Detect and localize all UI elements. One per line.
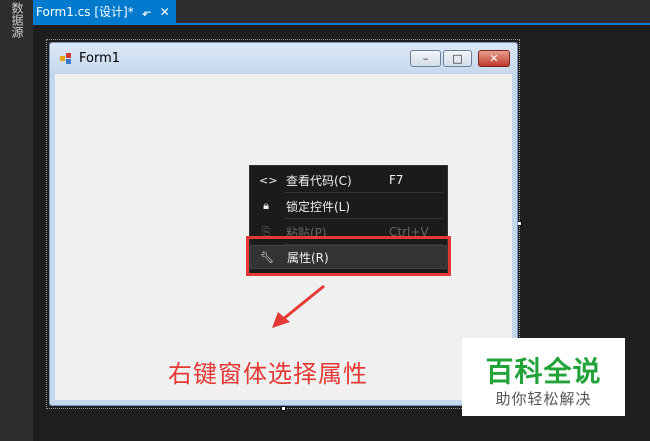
code-icon: <>: [259, 173, 278, 187]
maximize-button[interactable]: □: [443, 50, 472, 67]
close-icon: ✕: [489, 52, 499, 65]
document-tab-title: Form1.cs [设计]*: [36, 5, 134, 19]
menu-item-lock-controls[interactable]: 🔒︎ 锁定控件(L): [250, 194, 447, 218]
menu-item-shortcut: F7: [389, 173, 404, 187]
highlight-box: [246, 236, 451, 276]
form-app-icon: [60, 53, 72, 65]
watermark-sub: 助你轻松解决: [495, 390, 592, 408]
close-icon[interactable]: ✕: [160, 5, 170, 19]
close-button[interactable]: ✕: [478, 50, 510, 67]
resize-handle-bottom[interactable]: [281, 406, 286, 411]
menu-item-label: 查看代码(C): [286, 173, 352, 188]
lock-icon: 🔒︎: [263, 199, 269, 212]
menu-separator: [284, 192, 443, 193]
data-sources-tab[interactable]: 数据源: [9, 2, 24, 38]
minimize-button[interactable]: –: [410, 50, 441, 67]
form-title: Form1: [79, 51, 121, 66]
menu-item-label: 锁定控件(L): [286, 199, 351, 214]
maximize-icon: □: [452, 52, 463, 65]
watermark-main: 百科全说: [485, 355, 602, 388]
form-titlebar[interactable]: Form1 – □ ✕: [50, 43, 517, 73]
annotation-text: 右键窗体选择属性: [168, 360, 368, 388]
menu-item-view-code[interactable]: <> 查看代码(C) F7: [250, 168, 447, 192]
annotation-arrow: [272, 284, 325, 328]
pin-icon[interactable]: ⬐: [142, 5, 152, 19]
document-tab-bar: Form1.cs [设计]* ⬐ ✕: [33, 0, 650, 25]
watermark: 百科全说 助你轻松解决: [462, 338, 625, 416]
document-tab[interactable]: Form1.cs [设计]* ⬐ ✕: [33, 0, 176, 23]
minimize-icon: –: [422, 52, 429, 65]
side-tool-strip: 数据源: [0, 0, 34, 441]
menu-separator: [284, 218, 443, 219]
